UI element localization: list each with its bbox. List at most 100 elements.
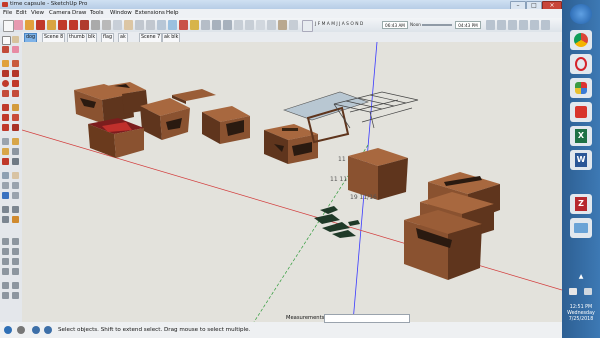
sandbox-tool-11-icon[interactable]	[2, 292, 9, 299]
menu-help[interactable]: Help	[166, 9, 179, 18]
follow-me-icon[interactable]	[12, 114, 19, 121]
zoom-extents-icon[interactable]	[146, 20, 155, 30]
zoom-tool-icon[interactable]	[135, 20, 144, 30]
pan-tool-icon[interactable]	[124, 20, 133, 30]
volume-tray-icon[interactable]	[584, 288, 592, 295]
menu-camera[interactable]: Camera	[49, 9, 71, 18]
system-clock[interactable]: 12:51 PM Wednesday 7/25/2018	[562, 305, 600, 323]
pushpull-tool-icon[interactable]	[12, 104, 19, 111]
windows-start-icon[interactable]	[570, 4, 592, 24]
rectangle-tool-icon[interactable]	[2, 70, 9, 77]
pencil-tool-icon[interactable]	[25, 20, 34, 30]
move-tool-icon[interactable]	[2, 104, 9, 111]
circle-tool-icon[interactable]	[2, 80, 9, 87]
sandbox-tool-6-icon[interactable]	[12, 258, 19, 265]
rotate-tool-icon[interactable]	[2, 114, 9, 121]
rectangle-tool-icon[interactable]	[36, 20, 45, 30]
sandbox-tool-1-icon[interactable]	[2, 238, 9, 245]
components-icon[interactable]	[168, 20, 177, 30]
textured-icon[interactable]	[278, 20, 287, 30]
position-camera-icon[interactable]	[2, 206, 9, 213]
move-tool-icon[interactable]	[58, 20, 67, 30]
back-view-icon[interactable]	[530, 20, 539, 30]
box-6[interactable]	[264, 124, 318, 164]
opera-icon[interactable]	[570, 54, 592, 74]
menu-tools[interactable]: Tools	[90, 9, 104, 18]
tape-tool-icon[interactable]	[91, 20, 100, 30]
hidden-line-icon[interactable]	[256, 20, 265, 30]
sandbox-tool-8-icon[interactable]	[12, 268, 19, 275]
pan-tool-icon[interactable]	[12, 172, 19, 179]
previous-view-icon[interactable]	[2, 192, 9, 199]
eraser-tool-icon[interactable]	[14, 20, 23, 30]
menu-window[interactable]: Window	[110, 9, 132, 18]
modeling-viewport[interactable]: 11 11 11 19 11/16	[22, 42, 562, 322]
pushpull-tool-icon[interactable]	[47, 20, 56, 30]
sandbox-tool-3-icon[interactable]	[2, 248, 9, 255]
sketchup-icon[interactable]	[570, 102, 592, 122]
paint-icon[interactable]	[570, 78, 592, 98]
box-5[interactable]	[202, 106, 250, 144]
shaded-icon[interactable]	[267, 20, 276, 30]
pie-tool-icon[interactable]	[12, 90, 19, 97]
zoom-window-icon[interactable]	[12, 182, 19, 189]
orbit-tool-icon[interactable]	[2, 172, 9, 179]
make-component-icon[interactable]	[12, 36, 19, 43]
rotate-tool-icon[interactable]	[69, 20, 78, 30]
eraser-tool-icon[interactable]	[12, 46, 19, 53]
timebar-start-time[interactable]: 06:43 AM	[382, 21, 408, 29]
iso-view-icon[interactable]	[486, 20, 495, 30]
menu-draw[interactable]: Draw	[72, 9, 86, 18]
measurements-input[interactable]	[324, 314, 410, 323]
menu-file[interactable]: File	[3, 9, 12, 18]
model-scene[interactable]	[22, 42, 562, 322]
credits-icon[interactable]	[17, 326, 25, 334]
word-icon[interactable]: W	[570, 150, 592, 170]
box-3[interactable]	[140, 98, 190, 140]
zoom-tool-icon[interactable]	[2, 182, 9, 189]
tray-expand-icon[interactable]: ▲	[577, 274, 585, 280]
animal-silhouettes[interactable]	[314, 206, 360, 238]
section-plane-icon[interactable]	[12, 216, 19, 223]
chrome-icon[interactable]	[570, 30, 592, 50]
tape-measure-icon[interactable]	[2, 138, 9, 145]
windows-explorer-icon[interactable]	[570, 218, 592, 238]
sandbox-tool-4-icon[interactable]	[12, 248, 19, 255]
user-icon[interactable]	[32, 326, 40, 334]
box-central[interactable]	[348, 148, 408, 200]
extension-warehouse-icon[interactable]	[179, 20, 188, 30]
sandbox-tool-5-icon[interactable]	[2, 258, 9, 265]
offset-tool-icon[interactable]	[12, 124, 19, 131]
front-view-icon[interactable]	[508, 20, 517, 30]
polygon-tool-icon[interactable]	[12, 80, 19, 87]
rotated-rectangle-icon[interactable]	[12, 70, 19, 77]
back-edges-icon[interactable]	[302, 20, 313, 32]
wireframe-icon[interactable]	[245, 20, 254, 30]
help-icon[interactable]	[44, 326, 52, 334]
orbit-tool-icon[interactable]	[113, 20, 122, 30]
monochrome-icon[interactable]	[289, 20, 298, 30]
text-tool-icon[interactable]	[12, 148, 19, 155]
sandbox-tool-2-icon[interactable]	[12, 238, 19, 245]
freehand-tool-icon[interactable]	[12, 60, 19, 67]
geolocation-icon[interactable]	[4, 326, 12, 334]
left-view-icon[interactable]	[541, 20, 550, 30]
sandbox-tool-7-icon[interactable]	[2, 268, 9, 275]
sandbox-tool-9-icon[interactable]	[2, 282, 9, 289]
menu-view[interactable]: View	[31, 9, 44, 18]
select-tool-icon[interactable]	[2, 36, 11, 45]
dimension-tool-icon[interactable]	[12, 138, 19, 145]
arc-tool-icon[interactable]	[2, 90, 9, 97]
timebar-months[interactable]: J F M A M J J A S O N D	[315, 21, 363, 29]
paint-bucket-icon[interactable]	[2, 46, 9, 53]
look-around-icon[interactable]	[12, 206, 19, 213]
filezilla-icon[interactable]: Z	[570, 194, 592, 214]
line-tool-icon[interactable]	[2, 60, 9, 67]
paint-bucket-icon[interactable]	[102, 20, 111, 30]
box-large-3[interactable]	[404, 210, 482, 280]
top-view-icon[interactable]	[497, 20, 506, 30]
fog-icon[interactable]	[223, 20, 232, 30]
lid-board[interactable]	[172, 89, 216, 104]
axes-tool-icon[interactable]	[2, 158, 9, 165]
sandbox-tool-12-icon[interactable]	[12, 292, 19, 299]
